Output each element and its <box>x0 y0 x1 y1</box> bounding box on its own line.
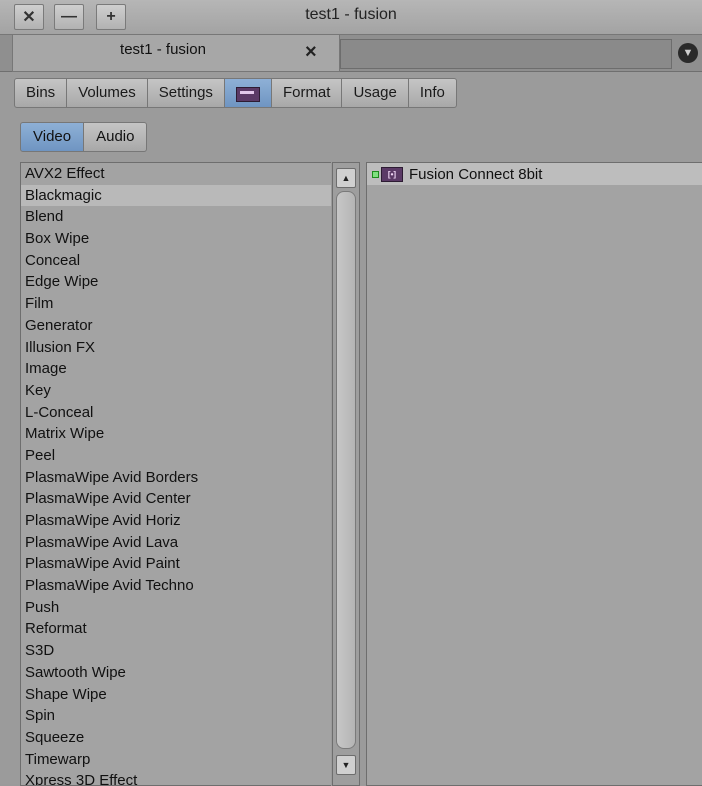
list-item[interactable]: Image <box>21 358 331 380</box>
effect-label: Fusion Connect 8bit <box>409 165 543 183</box>
list-item[interactable]: Blend <box>21 206 331 228</box>
category-scrollbar[interactable]: ▲ ▼ <box>332 162 360 786</box>
effect-palette-tabs: Bins Volumes Settings Format Usage Info <box>14 78 457 110</box>
fast-menu-icon[interactable]: ▼ <box>678 43 698 63</box>
tab-settings[interactable]: Settings <box>147 78 225 108</box>
list-item[interactable]: Key <box>21 380 331 402</box>
scroll-thumb[interactable] <box>336 191 356 749</box>
effect-item[interactable]: [•] Fusion Connect 8bit <box>367 163 702 185</box>
scroll-down-icon[interactable]: ▼ <box>336 755 356 775</box>
bin-tab[interactable]: test1 - fusion × <box>12 35 340 72</box>
effect-list: [•] Fusion Connect 8bit <box>366 162 702 786</box>
audio-button[interactable]: Audio <box>84 122 148 152</box>
list-item[interactable]: Push <box>21 597 331 619</box>
close-window-button[interactable]: ✕ <box>14 4 44 30</box>
effect-icon: [•] <box>381 166 403 182</box>
list-item[interactable]: Sawtooth Wipe <box>21 662 331 684</box>
zoom-window-button[interactable]: + <box>96 4 126 30</box>
scroll-up-icon[interactable]: ▲ <box>336 168 356 188</box>
bin-window: test1 - fusion ✕ — + test1 - fusion × ▼ … <box>0 0 702 786</box>
video-button[interactable]: Video <box>20 122 85 152</box>
tab-effects[interactable] <box>224 78 272 108</box>
list-item[interactable]: AVX2 Effect <box>21 163 331 185</box>
list-item[interactable]: Film <box>21 293 331 315</box>
tab-strip-empty <box>340 39 672 69</box>
list-item[interactable]: PlasmaWipe Avid Lava <box>21 532 331 554</box>
list-item[interactable]: Spin <box>21 705 331 727</box>
bin-tab-row: test1 - fusion × ▼ <box>0 35 702 72</box>
bin-tab-label: test1 - fusion <box>120 41 206 58</box>
list-item[interactable]: Squeeze <box>21 727 331 749</box>
minimize-window-button[interactable]: — <box>54 4 84 30</box>
list-item[interactable]: S3D <box>21 640 331 662</box>
list-item[interactable]: Conceal <box>21 250 331 272</box>
tab-bins[interactable]: Bins <box>14 78 68 108</box>
list-item[interactable]: PlasmaWipe Avid Paint <box>21 553 331 575</box>
list-item[interactable]: Generator <box>21 315 331 337</box>
plus-icon: + <box>106 8 116 25</box>
tab-format[interactable]: Format <box>271 78 343 108</box>
effect-category-list[interactable]: AVX2 Effect Blackmagic Blend Box Wipe Concea… <box>20 162 331 786</box>
tab-volumes[interactable]: Volumes <box>67 78 148 108</box>
list-item[interactable]: Peel <box>21 445 331 467</box>
list-item[interactable]: Matrix Wipe <box>21 423 331 445</box>
list-item[interactable]: PlasmaWipe Avid Center <box>21 488 331 510</box>
close-icon: ✕ <box>22 9 36 26</box>
tab-info[interactable]: Info <box>408 78 457 108</box>
list-item[interactable]: PlasmaWipe Avid Horiz <box>21 510 331 532</box>
list-item[interactable]: PlasmaWipe Avid Borders <box>21 467 331 489</box>
list-item[interactable]: Blackmagic <box>21 184 331 207</box>
list-item[interactable]: Reformat <box>21 618 331 640</box>
tab-usage[interactable]: Usage <box>342 78 409 108</box>
status-dot-icon <box>372 170 379 178</box>
title-bar[interactable]: test1 - fusion ✕ — + <box>0 0 702 35</box>
minimize-icon: — <box>61 8 77 25</box>
list-item[interactable]: Illusion FX <box>21 337 331 359</box>
close-tab-icon[interactable]: × <box>305 41 317 64</box>
effect-icon <box>235 87 260 102</box>
list-item[interactable]: Timewarp <box>21 749 331 771</box>
list-item[interactable]: PlasmaWipe Avid Techno <box>21 575 331 597</box>
list-item[interactable]: Shape Wipe <box>21 684 331 706</box>
media-toggle: Video Audio <box>20 122 148 152</box>
list-item[interactable]: Box Wipe <box>21 228 331 250</box>
list-item[interactable]: Edge Wipe <box>21 271 331 293</box>
list-item[interactable]: L-Conceal <box>21 402 331 424</box>
